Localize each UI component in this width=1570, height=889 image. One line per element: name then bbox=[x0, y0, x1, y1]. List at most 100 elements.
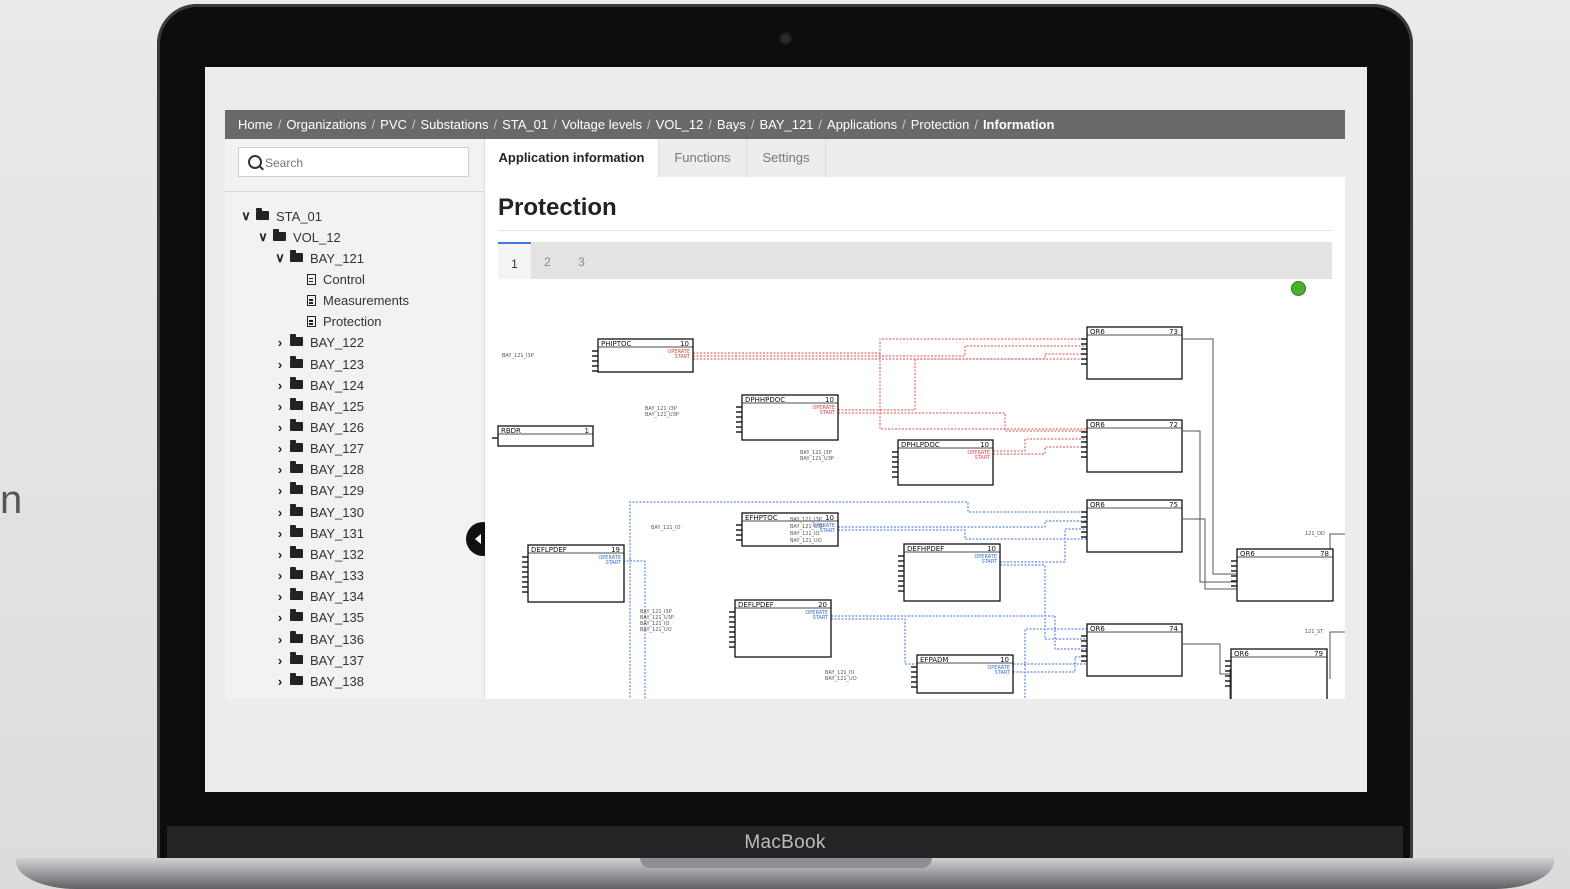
logic-diagram[interactable]: PHIPTOC 10OPERATESTART DPHHPDOC 10OPERATEST… bbox=[485, 299, 1345, 699]
tree-node[interactable]: › BAY_127 bbox=[273, 440, 364, 458]
tree-node-label: BAY_126 bbox=[310, 420, 364, 435]
tree-node[interactable]: › BAY_125 bbox=[273, 397, 364, 415]
tree-node[interactable]: › BAY_129 bbox=[273, 482, 364, 500]
tree-node[interactable]: › BAY_136 bbox=[273, 630, 364, 648]
laptop-notch bbox=[640, 858, 932, 868]
chevron-right-icon[interactable]: › bbox=[273, 335, 287, 350]
chevron-right-icon[interactable]: › bbox=[273, 610, 287, 625]
breadcrumb-link[interactable]: PVC bbox=[380, 117, 407, 132]
output-pin-label: START bbox=[606, 560, 622, 566]
function-block[interactable]: OR6 79 bbox=[1225, 648, 1328, 699]
breadcrumb-link[interactable]: VOL_12 bbox=[656, 117, 704, 132]
tree-node[interactable]: ∨ BAY_121 bbox=[273, 249, 364, 267]
tree-node[interactable]: › BAY_133 bbox=[273, 567, 364, 585]
search-box[interactable] bbox=[238, 147, 469, 177]
chevron-right-icon[interactable]: › bbox=[273, 505, 287, 520]
chevron-down-icon[interactable]: ∨ bbox=[256, 229, 270, 245]
chevron-down-icon[interactable]: ∨ bbox=[273, 250, 287, 266]
tree-node[interactable]: › BAY_131 bbox=[273, 524, 364, 542]
folder-icon bbox=[290, 630, 303, 643]
page-tab-2[interactable]: 2 bbox=[531, 242, 564, 279]
tree-node-label: BAY_129 bbox=[310, 483, 364, 499]
sidebar-divider bbox=[225, 191, 484, 192]
function-block[interactable]: OR6 74 bbox=[1081, 623, 1183, 677]
tree-node[interactable]: › BAY_128 bbox=[273, 461, 364, 479]
tree-node[interactable]: › BAY_137 bbox=[273, 651, 364, 669]
block-number: 78 bbox=[1320, 550, 1329, 558]
breadcrumb-link[interactable]: Voltage levels bbox=[562, 117, 642, 132]
tree-node[interactable]: Control bbox=[290, 270, 365, 288]
tree-node[interactable]: Measurements bbox=[290, 292, 409, 310]
block-name: OR6 bbox=[1090, 328, 1105, 336]
function-block[interactable]: DPHHPDOC 10OPERATESTART bbox=[736, 394, 839, 441]
block-number: 75 bbox=[1169, 501, 1178, 509]
tree-node[interactable]: › BAY_134 bbox=[273, 588, 364, 606]
chevron-right-icon[interactable]: › bbox=[273, 420, 287, 435]
function-block[interactable]: RBDR 1 bbox=[492, 425, 594, 447]
tree-node[interactable]: › BAY_130 bbox=[273, 503, 364, 521]
breadcrumb-link[interactable]: BAY_121 bbox=[759, 117, 813, 132]
page-tab-3[interactable]: 3 bbox=[565, 242, 598, 279]
input-signal-label: BAY_121_I3P bbox=[502, 353, 534, 359]
chevron-right-icon[interactable]: › bbox=[273, 674, 287, 689]
folder-icon bbox=[290, 355, 303, 368]
breadcrumb-link[interactable]: Substations bbox=[421, 117, 489, 132]
tree-node[interactable]: Protection bbox=[290, 313, 382, 331]
breadcrumb-link[interactable]: Home bbox=[238, 117, 273, 132]
tree-node[interactable]: › BAY_132 bbox=[273, 545, 364, 563]
function-block[interactable]: PHIPTOC 10OPERATESTART bbox=[592, 338, 694, 373]
function-block[interactable]: EFPADM 10OPERATESTART bbox=[911, 654, 1014, 694]
breadcrumb-link[interactable]: Organizations bbox=[286, 117, 366, 132]
chevron-right-icon[interactable]: › bbox=[273, 483, 287, 498]
function-block[interactable]: DEFLPDEF 19OPERATESTART bbox=[522, 544, 625, 603]
tree-node-label: Control bbox=[323, 271, 365, 287]
tree-node[interactable]: › BAY_124 bbox=[273, 376, 364, 394]
tree-node[interactable]: › BAY_135 bbox=[273, 609, 364, 627]
document-icon bbox=[307, 316, 316, 328]
breadcrumb-link[interactable]: Bays bbox=[717, 117, 746, 132]
folder-icon bbox=[290, 397, 303, 410]
function-block[interactable]: OR6 75 bbox=[1081, 499, 1183, 553]
tree-node[interactable]: ∨ STA_01 bbox=[239, 207, 322, 225]
folder-icon bbox=[290, 482, 303, 495]
block-number: 1 bbox=[585, 427, 589, 435]
chevron-right-icon[interactable]: › bbox=[273, 653, 287, 668]
start-wires bbox=[623, 501, 1088, 699]
function-block[interactable]: DEFHPDEF 10OPERATESTART bbox=[898, 543, 1001, 602]
tab-functions[interactable]: Functions bbox=[659, 139, 747, 177]
tree-node[interactable]: › BAY_138 bbox=[273, 672, 364, 690]
function-block[interactable]: DEFLPDEF 20OPERATESTART bbox=[729, 599, 832, 658]
breadcrumb-link[interactable]: Protection bbox=[911, 117, 970, 132]
page-tab-1[interactable]: 1 bbox=[498, 242, 531, 279]
function-block[interactable]: OR6 73 bbox=[1081, 326, 1183, 380]
folder-icon bbox=[290, 461, 303, 474]
tree-node-label: BAY_130 bbox=[310, 504, 364, 520]
function-block[interactable]: OR6 72 bbox=[1081, 419, 1183, 473]
main-panel: Application information Functions Settin… bbox=[485, 139, 1345, 699]
function-block[interactable]: DPHLPDOC 10OPERATESTART bbox=[892, 439, 994, 486]
camera-icon bbox=[781, 34, 790, 43]
chevron-right-icon[interactable]: › bbox=[273, 632, 287, 647]
chevron-right-icon[interactable]: › bbox=[273, 462, 287, 477]
tab-settings[interactable]: Settings bbox=[747, 139, 826, 177]
chevron-right-icon[interactable]: › bbox=[273, 526, 287, 541]
tree-node[interactable]: › BAY_126 bbox=[273, 419, 364, 437]
input-signal-label: BAY_121_UO bbox=[825, 676, 857, 682]
breadcrumb-link[interactable]: STA_01 bbox=[502, 117, 548, 132]
tree-node[interactable]: › BAY_123 bbox=[273, 355, 364, 373]
search-input[interactable] bbox=[263, 151, 462, 175]
function-block[interactable]: OR6 78 bbox=[1231, 548, 1334, 602]
tree-node-label: BAY_136 bbox=[310, 631, 364, 647]
tree-node[interactable]: ∨ VOL_12 bbox=[256, 228, 341, 246]
chevron-right-icon[interactable]: › bbox=[273, 568, 287, 583]
tree-node[interactable]: › BAY_122 bbox=[273, 334, 364, 352]
chevron-right-icon[interactable]: › bbox=[273, 399, 287, 414]
chevron-right-icon[interactable]: › bbox=[273, 357, 287, 372]
chevron-right-icon[interactable]: › bbox=[273, 441, 287, 456]
chevron-right-icon[interactable]: › bbox=[273, 589, 287, 604]
chevron-down-icon[interactable]: ∨ bbox=[239, 208, 253, 224]
tab-application-information[interactable]: Application information bbox=[485, 139, 659, 177]
chevron-right-icon[interactable]: › bbox=[273, 378, 287, 393]
chevron-right-icon[interactable]: › bbox=[273, 547, 287, 562]
breadcrumb-link[interactable]: Applications bbox=[827, 117, 897, 132]
